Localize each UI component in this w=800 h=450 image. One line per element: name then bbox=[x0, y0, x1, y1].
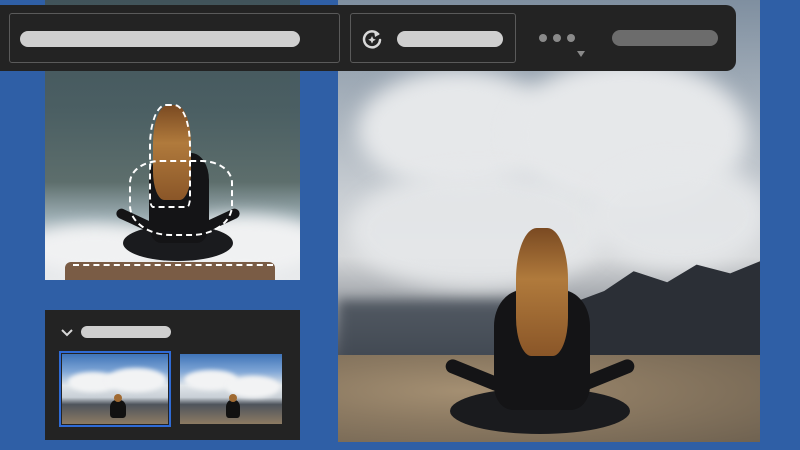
sparkle-refresh-icon bbox=[362, 30, 382, 49]
contextual-taskbar bbox=[0, 5, 736, 71]
chevron-down-icon[interactable] bbox=[61, 328, 73, 338]
panel-title-placeholder bbox=[81, 326, 171, 338]
meditating-person bbox=[443, 228, 640, 438]
selection-marquee-base bbox=[73, 264, 273, 266]
variation-thumbnail[interactable] bbox=[180, 354, 282, 424]
generate-button-label bbox=[397, 31, 503, 47]
prompt-input-placeholder bbox=[20, 31, 300, 47]
more-dots-icon bbox=[539, 34, 575, 42]
more-options-button[interactable] bbox=[536, 13, 596, 63]
variation-thumbnail[interactable] bbox=[59, 351, 171, 427]
secondary-action-placeholder[interactable] bbox=[612, 30, 718, 46]
caret-down-icon bbox=[577, 51, 585, 57]
selection-marquee-body bbox=[129, 160, 233, 236]
generate-button[interactable] bbox=[350, 13, 516, 63]
variations-panel bbox=[45, 310, 300, 440]
prompt-input[interactable] bbox=[9, 13, 340, 63]
